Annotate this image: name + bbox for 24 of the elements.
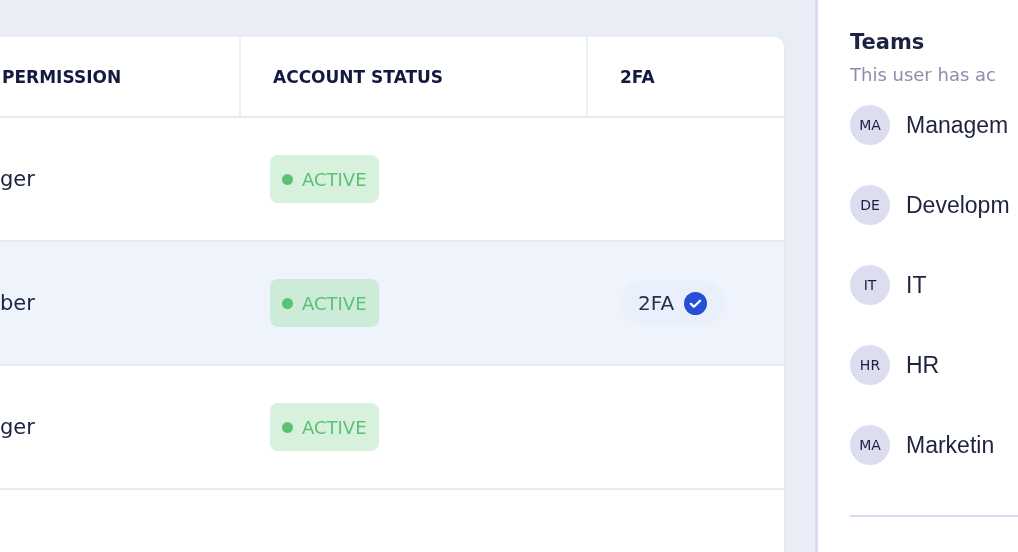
team-avatar: IT bbox=[850, 265, 890, 305]
team-name[interactable]: Marketin bbox=[906, 431, 995, 459]
column-header: PERMISSION bbox=[1, 65, 123, 89]
section-title: Teams bbox=[850, 30, 926, 54]
status-badge: ACTIVE bbox=[270, 279, 379, 327]
2fa-badge: 2FA bbox=[620, 281, 726, 325]
column-header: ACCOUNT STATUS bbox=[239, 37, 586, 116]
team-name[interactable]: IT bbox=[906, 271, 927, 299]
status-badge: ACTIVE bbox=[270, 155, 379, 203]
team-name[interactable]: Developm bbox=[906, 191, 1010, 219]
team-avatar: DE bbox=[850, 185, 890, 225]
check-icon bbox=[684, 291, 708, 315]
status-badge: ACTIVE bbox=[270, 403, 379, 451]
table-cell: ger bbox=[0, 415, 35, 439]
section-subtitle: This user has ac bbox=[850, 64, 997, 85]
team-name[interactable]: Managem bbox=[906, 111, 1009, 139]
team-avatar: MA bbox=[850, 425, 890, 465]
team-avatar: MA bbox=[850, 105, 890, 145]
table-cell: ber bbox=[0, 291, 35, 315]
team-avatar: HR bbox=[850, 345, 890, 385]
column-header: 2FA bbox=[586, 37, 784, 116]
team-name[interactable]: HR bbox=[906, 351, 940, 379]
table-row[interactable]: ber ACTIVE 2FA bbox=[0, 242, 784, 366]
table-cell: ger bbox=[0, 167, 35, 191]
